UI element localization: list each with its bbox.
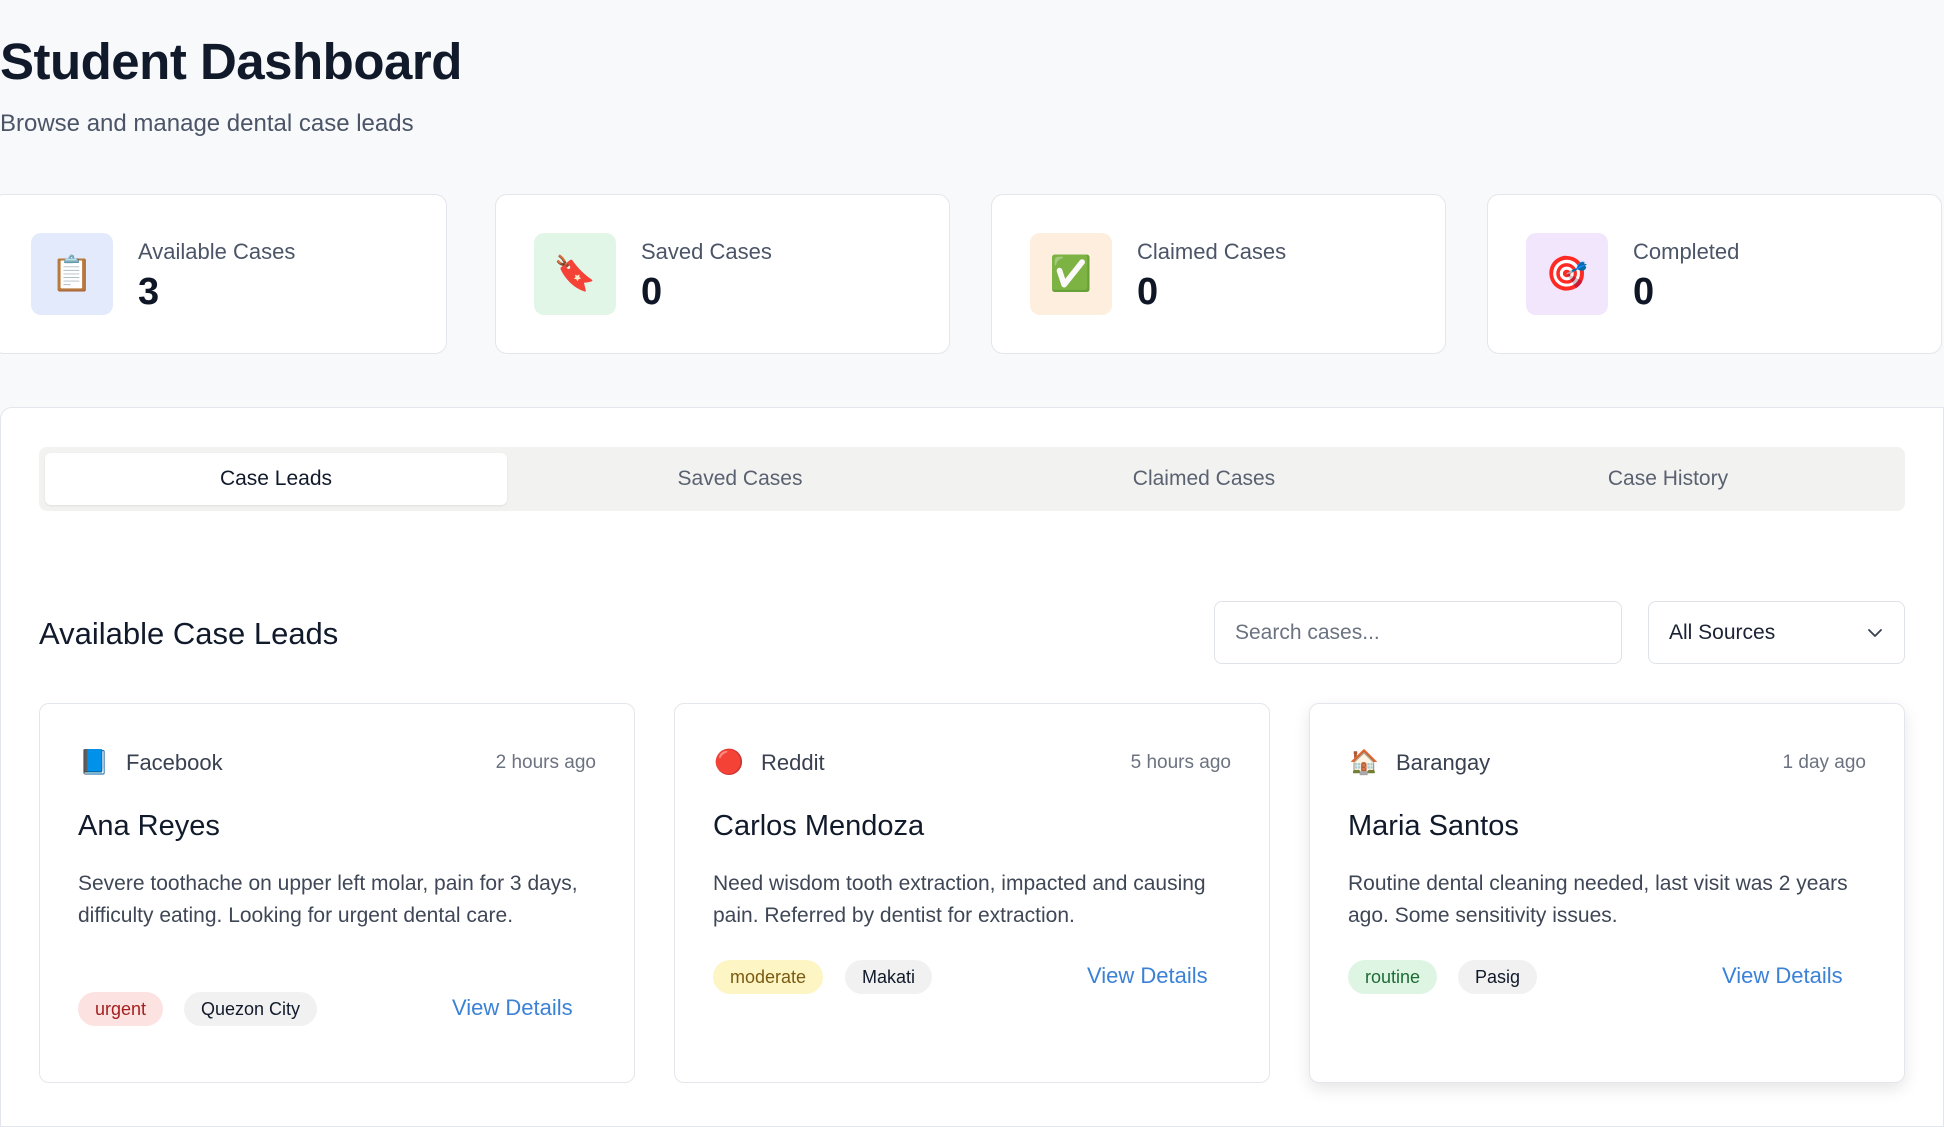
location-badge: Makati [845, 960, 933, 994]
stat-label: Completed [1633, 239, 1740, 264]
section-title: Available Case Leads [39, 616, 339, 651]
case-description: Routine dental cleaning needed, last vis… [1348, 872, 1848, 927]
case-panel: Case Leads Saved Cases Claimed Cases Cas… [0, 407, 1944, 1127]
stat-label: Claimed Cases [1137, 239, 1287, 264]
tab-case-history[interactable]: Case History [1437, 453, 1899, 505]
view-details-link[interactable]: View Details [452, 995, 573, 1021]
patient-name: Maria Santos [1348, 810, 1519, 842]
stat-value: 0 [1137, 271, 1159, 313]
case-time: 2 hours ago [495, 752, 596, 773]
checkmark-icon: ✅ [1030, 233, 1112, 315]
stat-card-claimed: ✅ Claimed Cases 0 [991, 194, 1446, 354]
stat-card-completed: 🎯 Completed 0 [1487, 194, 1942, 354]
case-description: Severe toothache on upper left molar, pa… [78, 872, 578, 927]
student-dashboard-page: Student Dashboard Browse and manage dent… [0, 0, 1944, 1127]
page-title: Student Dashboard [0, 33, 462, 90]
source-filter-value: All Sources [1669, 620, 1776, 644]
case-source: Reddit [761, 750, 825, 775]
case-description: Need wisdom tooth extraction, impacted a… [713, 872, 1206, 927]
page-subtitle: Browse and manage dental case leads [0, 110, 414, 137]
stat-value: 0 [641, 271, 663, 313]
patient-name: Ana Reyes [78, 810, 220, 842]
clipboard-icon: 📋 [31, 233, 113, 315]
view-details-link[interactable]: View Details [1722, 963, 1843, 989]
patient-name: Carlos Mendoza [713, 810, 925, 842]
tab-claimed-cases[interactable]: Claimed Cases [973, 453, 1435, 505]
stat-label: Available Cases [138, 239, 296, 264]
tab-saved-cases[interactable]: Saved Cases [509, 453, 971, 505]
case-card: 🏠 Barangay 1 day ago Maria Santos Routin… [1309, 703, 1905, 1083]
location-badge: Pasig [1458, 960, 1538, 994]
urgency-badge: urgent [78, 992, 164, 1026]
stat-card-saved: 🔖 Saved Cases 0 [495, 194, 950, 354]
tab-case-leads[interactable]: Case Leads [45, 453, 507, 505]
stat-label: Saved Cases [641, 239, 772, 264]
source-filter-select[interactable]: All Sources [1648, 601, 1905, 664]
facebook-book-icon: 📘 [79, 749, 109, 776]
case-source: Barangay [1396, 750, 1491, 775]
stat-value: 0 [1633, 271, 1655, 313]
location-badge: Quezon City [184, 992, 318, 1026]
case-card: 🔴 Reddit 5 hours ago Carlos Mendoza Need… [674, 703, 1270, 1083]
case-source: Facebook [126, 750, 223, 775]
house-icon: 🏠 [1349, 749, 1379, 776]
tab-bar: Case Leads Saved Cases Claimed Cases Cas… [39, 447, 1905, 511]
urgency-badge: routine [1348, 960, 1438, 994]
reddit-dot-icon: 🔴 [714, 749, 744, 776]
search-input[interactable] [1214, 601, 1622, 664]
stat-card-available: 📋 Available Cases 3 [0, 194, 447, 354]
case-card: 📘 Facebook 2 hours ago Ana Reyes Severe … [39, 703, 635, 1083]
case-time: 5 hours ago [1130, 752, 1231, 773]
stat-value: 3 [138, 271, 160, 313]
view-details-link[interactable]: View Details [1087, 963, 1208, 989]
chevron-down-icon [1868, 629, 1882, 637]
bookmark-tag-icon: 🔖 [534, 233, 616, 315]
case-time: 1 day ago [1782, 752, 1866, 773]
urgency-badge: moderate [713, 960, 824, 994]
target-icon: 🎯 [1526, 233, 1608, 315]
